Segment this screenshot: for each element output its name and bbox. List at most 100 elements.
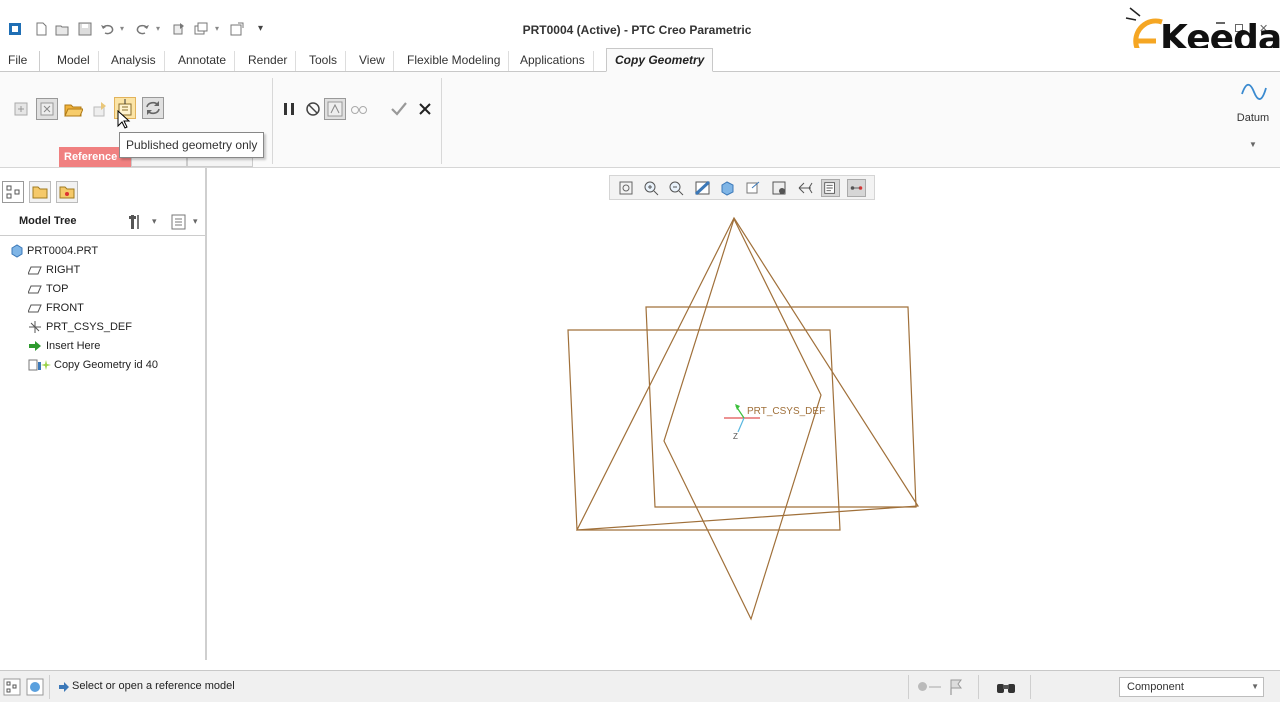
csys-icon — [29, 321, 41, 333]
zoom-out-icon[interactable] — [667, 179, 686, 197]
tab-tools[interactable]: Tools — [301, 51, 347, 71]
regen-status-icon — [918, 682, 927, 691]
ribbon-tab-bar: File ▾ Model Analysis Annotate Render To… — [0, 48, 1280, 86]
flag-icon[interactable] — [948, 678, 964, 696]
tab-model-tree[interactable] — [2, 181, 24, 203]
title-bar: ▾ ▾ ▾ ▾ PRT0004 (Active) - PTC Creo Para… — [0, 0, 1280, 71]
favorites-icon — [59, 186, 75, 199]
external-references-button[interactable] — [36, 98, 58, 120]
filter-dropdown-icon[interactable]: ▼ — [1251, 678, 1259, 696]
preview-button[interactable] — [324, 98, 346, 120]
toggle-navigator-icon[interactable] — [3, 678, 21, 696]
status-divider — [908, 675, 909, 699]
refresh-icon — [146, 101, 160, 115]
pause-icon — [284, 103, 294, 115]
graphics-toolbar — [609, 175, 875, 200]
settings-dropdown-icon[interactable]: ▾ — [152, 216, 157, 227]
toggle-browser-icon[interactable] — [26, 678, 44, 696]
datum-plane-right — [575, 216, 920, 531]
no-preview-button[interactable] — [302, 98, 324, 120]
copy-geometry-icon — [28, 359, 51, 371]
selection-filter-dropdown[interactable]: Component ▼ — [1119, 677, 1264, 697]
status-bar: Select or open a reference model Compone… — [0, 670, 1280, 702]
tree-item-label: RIGHT — [46, 264, 81, 276]
tree-item-label: Copy Geometry id 40 — [54, 359, 158, 371]
bottom-strip — [0, 702, 1280, 720]
tab-model[interactable]: Model — [49, 51, 99, 71]
verify-button[interactable] — [348, 98, 370, 120]
perspective-view-icon[interactable] — [796, 179, 815, 197]
tree-item-label: TOP — [46, 283, 69, 295]
tab-copy-geometry[interactable]: Copy Geometry — [606, 48, 714, 72]
ribbon-divider — [441, 78, 442, 164]
folder-browser-icon — [32, 186, 48, 199]
cancel-x-icon — [419, 103, 431, 115]
datum-plane-icon — [28, 266, 42, 275]
open-model-button[interactable] — [62, 98, 84, 120]
view-manager-icon[interactable] — [770, 179, 789, 197]
tab-analysis[interactable]: Analysis — [103, 51, 165, 71]
tab-render[interactable]: Render — [240, 51, 297, 71]
glasses-icon — [351, 106, 367, 114]
datum-display-filters-icon[interactable] — [821, 179, 840, 197]
model-tree-header: Model Tree ▾ ▾ — [0, 208, 205, 236]
selection-filter-value: Component — [1127, 681, 1184, 693]
repaint-icon[interactable] — [693, 179, 712, 197]
tree-item-label: PRT_CSYS_DEF — [46, 321, 132, 333]
preview-icon — [327, 101, 343, 117]
local-references-icon — [14, 102, 28, 116]
part-icon — [11, 244, 23, 258]
datum-dropdown-icon[interactable]: ▼ — [1249, 140, 1257, 149]
tab-annotate[interactable]: Annotate — [170, 51, 236, 71]
tab-applications[interactable]: Applications — [512, 51, 594, 71]
tree-item-label: FRONT — [46, 302, 84, 314]
status-divider — [978, 675, 979, 699]
tooltip: Published geometry only — [119, 132, 265, 158]
tab-favorites[interactable] — [56, 181, 78, 203]
update-button[interactable] — [142, 97, 164, 119]
placement-button[interactable] — [90, 98, 112, 120]
regen-status-bar — [929, 686, 941, 688]
graphics-window[interactable] — [207, 168, 1280, 670]
tree-item-label: PRT0004.PRT — [27, 245, 99, 257]
tab-flexible-modeling[interactable]: Flexible Modeling — [399, 51, 510, 71]
tab-view[interactable]: View — [351, 51, 394, 71]
status-divider — [1030, 675, 1031, 699]
settings-tools-icon[interactable] — [128, 213, 146, 231]
navigator-panel: Model Tree ▾ ▾ PRT0004.PRT RIGHT TOP FRO… — [0, 168, 207, 660]
refit-icon[interactable] — [617, 179, 636, 197]
insert-arrow-icon — [29, 341, 41, 351]
open-folder-icon — [64, 104, 84, 117]
tree-item-label: Insert Here — [46, 340, 101, 352]
tab-file[interactable]: File ▾ — [0, 51, 40, 86]
datum-sketch-icon[interactable] — [1240, 80, 1268, 104]
external-references-icon — [40, 102, 54, 116]
datum-group-label[interactable]: Datum — [1226, 112, 1280, 124]
ribbon-divider — [272, 78, 273, 164]
datum-plane-icon — [28, 285, 42, 294]
status-divider — [49, 675, 50, 699]
find-binoculars-icon[interactable] — [995, 678, 1017, 696]
show-dropdown-icon[interactable]: ▾ — [193, 216, 198, 227]
model-view[interactable] — [207, 168, 1280, 670]
zoom-in-icon[interactable] — [642, 179, 661, 197]
placement-icon — [93, 102, 106, 117]
ok-button[interactable] — [388, 98, 410, 120]
pause-button[interactable] — [278, 98, 300, 120]
annotation-display-icon[interactable] — [847, 179, 866, 197]
checkmark-icon — [391, 102, 407, 116]
status-message: Select or open a reference model — [72, 680, 235, 692]
model-tree-icon — [6, 185, 20, 199]
cancel-button[interactable] — [414, 98, 436, 120]
no-preview-icon — [306, 102, 320, 116]
datum-plane-icon — [28, 304, 42, 313]
tab-folder-browser[interactable] — [29, 181, 51, 203]
model-tree-title: Model Tree — [19, 215, 77, 227]
show-filter-icon[interactable] — [170, 213, 188, 231]
display-style-icon[interactable] — [718, 179, 737, 197]
message-arrow-icon — [59, 682, 69, 692]
window-title: PRT0004 (Active) - PTC Creo Parametric — [522, 23, 752, 37]
local-references-button[interactable] — [10, 98, 32, 120]
mouse-cursor-icon — [117, 110, 131, 129]
saved-orientations-icon[interactable] — [744, 179, 763, 197]
